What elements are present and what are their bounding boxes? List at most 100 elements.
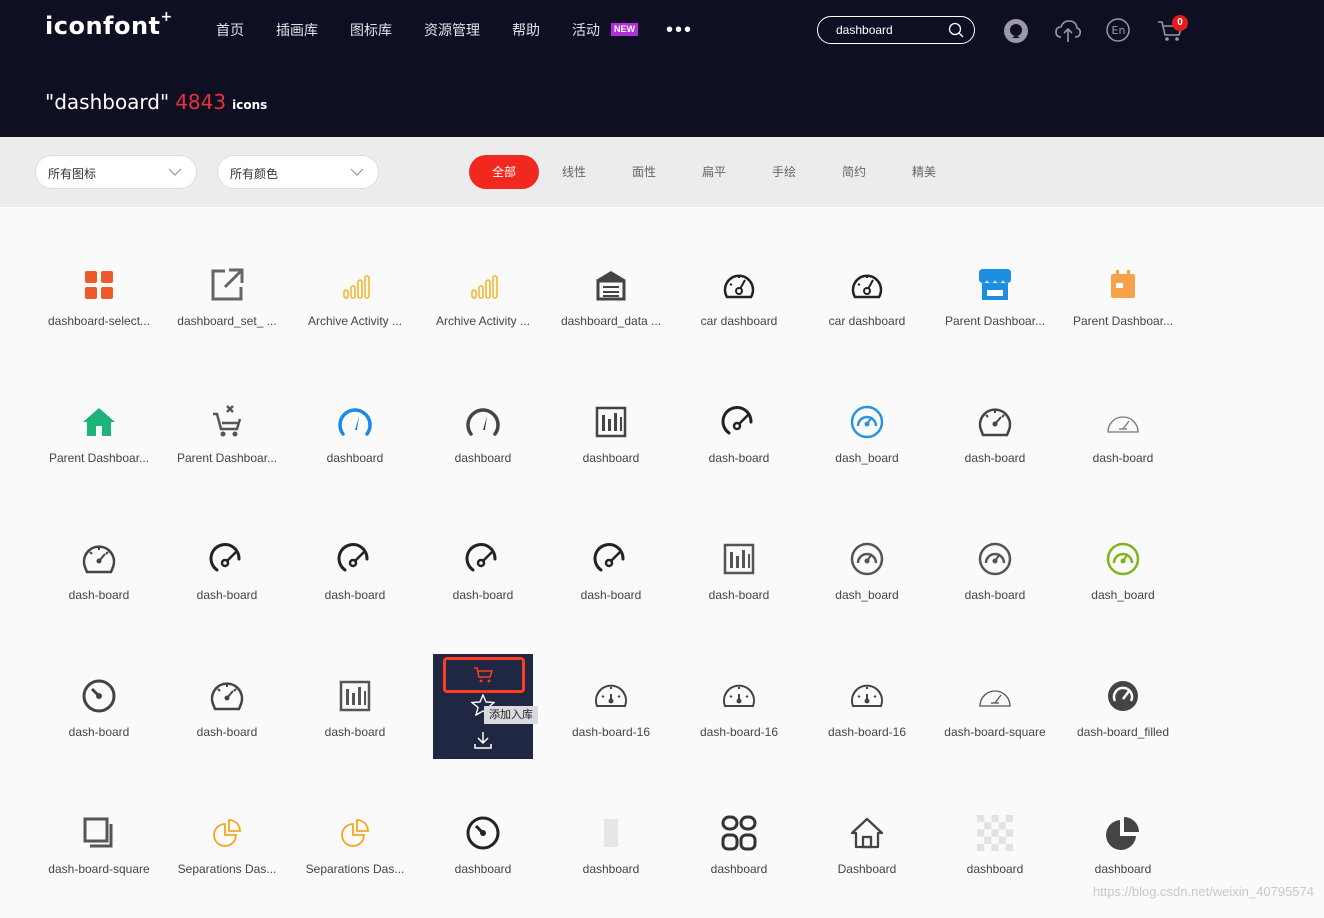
upload-cloud-icon[interactable]	[1054, 18, 1082, 49]
icon-card[interactable]: dash-board_filled	[1059, 661, 1187, 781]
icon-card[interactable]: Separations Das...	[163, 798, 291, 918]
icon-card[interactable]: Parent Dashboar...	[163, 387, 291, 507]
icon-card[interactable]: dashboard	[675, 798, 803, 918]
icon-card[interactable]: dash-board	[931, 524, 1059, 644]
icon-card-label: dash-board	[196, 725, 258, 739]
more-menu-button[interactable]: •••	[666, 20, 693, 40]
cart-icon	[474, 667, 494, 683]
icon-card[interactable]: dashboard	[419, 798, 547, 918]
icon-card[interactable]: dashboard	[1059, 798, 1187, 918]
icon-card[interactable]: dash_board	[803, 387, 931, 507]
house-outline-icon	[847, 813, 887, 853]
cart-remove-icon	[207, 402, 247, 442]
gauge-ring-icon	[975, 539, 1015, 579]
icon-card[interactable]: car dashboard	[803, 250, 931, 370]
gauge-dial-icon	[79, 539, 119, 579]
icon-card-label: Separations Das...	[177, 862, 277, 876]
icon-type-select[interactable]: 所有图标	[35, 155, 197, 189]
icon-card-label: dashboard	[710, 862, 768, 876]
speedometer-icon	[463, 539, 503, 579]
icon-card[interactable]: dash-board	[675, 524, 803, 644]
nav-activity[interactable]: 活动 NEW	[572, 22, 638, 38]
icon-card[interactable]: Parent Dashboar...	[931, 250, 1059, 370]
icon-card-label: dash-board	[580, 588, 642, 602]
tab-solid[interactable]: 面性	[609, 155, 679, 189]
icon-card[interactable]: dash-board	[1059, 387, 1187, 507]
icon-card-label: Archive Activity ...	[435, 314, 531, 328]
icon-card[interactable]: car dashboard	[675, 250, 803, 370]
icon-card[interactable]: dash-board-square	[931, 661, 1059, 781]
logo[interactable]: iconfont+	[45, 9, 173, 40]
gauge-small-icon	[847, 676, 887, 716]
icon-card[interactable]: dash_board	[803, 524, 931, 644]
icon-card[interactable]: Parent Dashboar...	[1059, 250, 1187, 370]
nav-help[interactable]: 帮助	[512, 22, 540, 38]
icon-card[interactable]: dash-board	[35, 661, 163, 781]
icon-card[interactable]: dash-board-16	[675, 661, 803, 781]
search-box	[817, 16, 975, 44]
pie-chart-filled-icon	[1103, 813, 1143, 853]
gauge-filled-icon	[1103, 676, 1143, 716]
chevron-down-icon	[350, 168, 364, 176]
gauge-outline-icon	[847, 265, 887, 305]
icon-card[interactable]: dashboard	[419, 387, 547, 507]
icon-card[interactable]: dashboard_data ...	[547, 250, 675, 370]
chevron-down-icon	[168, 168, 182, 176]
search-icon[interactable]	[948, 22, 964, 43]
icon-card[interactable]: Archive Activity ...	[419, 250, 547, 370]
icon-card-label: dashboard	[582, 862, 640, 876]
icon-card[interactable]: dash-board-16	[547, 661, 675, 781]
four-rings-icon	[719, 813, 759, 853]
icon-card[interactable]: Archive Activity ...	[291, 250, 419, 370]
icon-card[interactable]: dash-board	[419, 524, 547, 644]
gauge-ring-icon	[1103, 539, 1143, 579]
icon-card[interactable]: Parent Dashboar...	[35, 387, 163, 507]
speedometer-icon	[591, 539, 631, 579]
icon-card[interactable]: dash-board	[675, 387, 803, 507]
icon-card[interactable]: dash-board	[163, 661, 291, 781]
nav-resource-management[interactable]: 资源管理	[424, 22, 480, 38]
add-to-cart-button[interactable]	[443, 657, 525, 693]
language-en-icon[interactable]: En	[1106, 18, 1130, 47]
icon-card[interactable]: dash-board	[163, 524, 291, 644]
icon-card[interactable]: dashboard	[931, 798, 1059, 918]
icon-card[interactable]: dashboard	[547, 387, 675, 507]
tab-flat[interactable]: 扁平	[679, 155, 749, 189]
tab-all[interactable]: 全部	[469, 155, 539, 189]
icon-card-label: Parent Dashboar...	[1072, 314, 1174, 328]
speedometer-icon	[335, 539, 375, 579]
icon-color-select[interactable]: 所有颜色	[217, 155, 379, 189]
tab-linear[interactable]: 线性	[539, 155, 609, 189]
icon-card-label: dashboard_data ...	[560, 314, 662, 328]
icon-card[interactable]: dash-board-16	[803, 661, 931, 781]
download-icon[interactable]	[473, 730, 493, 750]
icon-card[interactable]: dash-board	[931, 387, 1059, 507]
search-input[interactable]	[834, 22, 948, 38]
nav-home[interactable]: 首页	[216, 22, 244, 38]
bar-chart-box-icon	[719, 539, 759, 579]
icon-card-label: dash-board-square	[944, 725, 1046, 739]
icon-card[interactable]: dash-board-square	[35, 798, 163, 918]
icon-card[interactable]: dash-board	[291, 524, 419, 644]
tab-simple[interactable]: 简约	[819, 155, 889, 189]
icon-card[interactable]: dash-board	[35, 524, 163, 644]
tab-refined[interactable]: 精美	[889, 155, 959, 189]
icon-card-label: dash-board	[324, 725, 386, 739]
icon-card[interactable]: dashboard	[291, 387, 419, 507]
icon-card-label: car dashboard	[700, 314, 778, 328]
icon-card[interactable]: dash-board	[291, 661, 419, 781]
icon-card[interactable]: dash-board	[547, 524, 675, 644]
speedometer-icon	[207, 539, 247, 579]
github-icon[interactable]	[1003, 18, 1029, 49]
icon-card[interactable]: dashboard	[547, 798, 675, 918]
nav-illustrations[interactable]: 插画库	[276, 22, 318, 38]
icon-card[interactable]: dash_board	[1059, 524, 1187, 644]
tab-hand-drawn[interactable]: 手绘	[749, 155, 819, 189]
icon-card[interactable]: Separations Das...	[291, 798, 419, 918]
gauge-ring-icon	[847, 402, 887, 442]
watermark: https://blog.csdn.net/weixin_40795574	[1092, 884, 1314, 899]
icon-card[interactable]: Dashboard	[803, 798, 931, 918]
icon-card[interactable]: dashboard-select...	[35, 250, 163, 370]
icon-card[interactable]: dashboard_set_ ...	[163, 250, 291, 370]
nav-icon-library[interactable]: 图标库	[350, 22, 392, 38]
